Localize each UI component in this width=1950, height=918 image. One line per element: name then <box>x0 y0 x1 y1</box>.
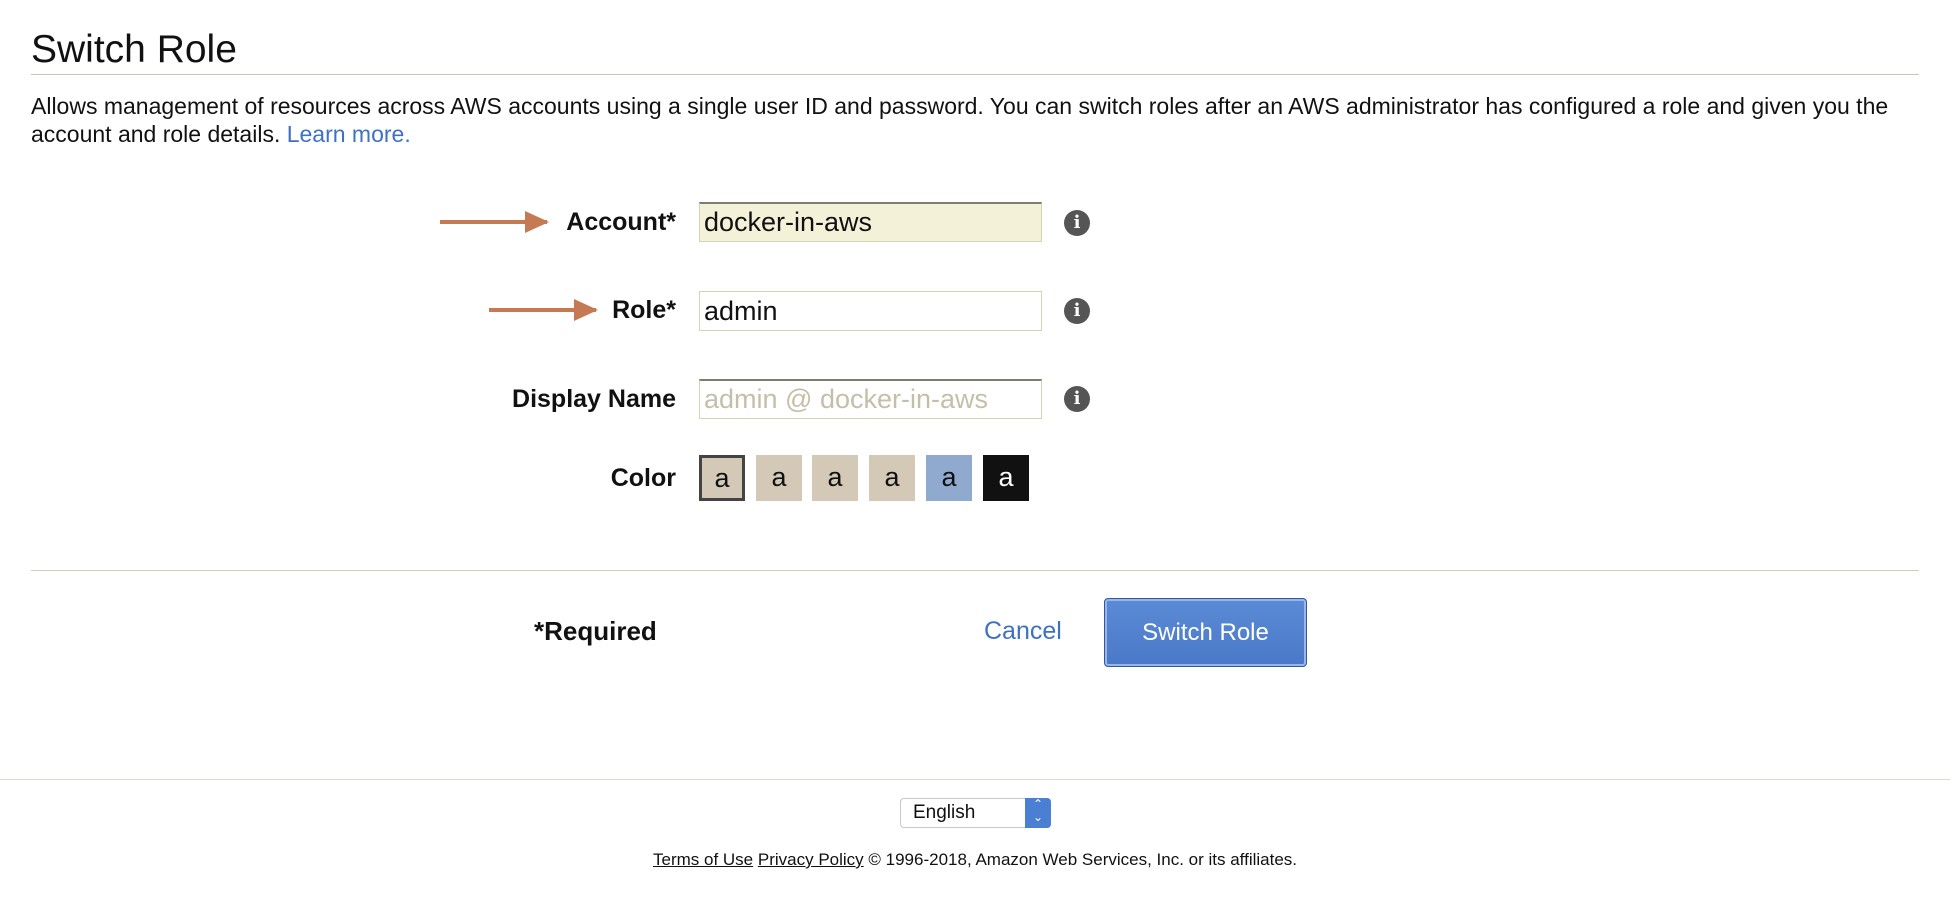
form-divider <box>31 570 1919 571</box>
role-annotation-arrow <box>489 299 598 321</box>
role-info-icon[interactable]: i <box>1064 298 1090 324</box>
language-select[interactable]: English ⌃ ⌄ <box>900 798 1051 828</box>
role-input[interactable] <box>699 291 1042 331</box>
select-arrows-icon: ⌃ ⌄ <box>1025 798 1051 828</box>
copyright-text: © 1996-2018, Amazon Web Services, Inc. o… <box>863 850 1298 869</box>
footer-divider <box>0 779 1950 780</box>
display-name-info-icon[interactable]: i <box>1064 386 1090 412</box>
terms-of-use-link[interactable]: Terms of Use <box>653 850 753 869</box>
color-label: Color <box>610 464 676 492</box>
display-name-input[interactable] <box>699 379 1042 419</box>
account-input[interactable] <box>699 202 1042 242</box>
footer-legal: Terms of Use Privacy Policy © 1996-2018,… <box>0 850 1950 870</box>
language-value: English <box>913 802 976 823</box>
account-info-icon[interactable]: i <box>1064 210 1090 236</box>
color-swatch[interactable]: a <box>869 455 915 501</box>
learn-more-link[interactable]: Learn more. <box>287 121 411 147</box>
cancel-link[interactable]: Cancel <box>984 617 1062 646</box>
required-note: *Required <box>534 616 657 646</box>
color-swatch[interactable]: a <box>983 455 1029 501</box>
title-divider <box>31 74 1919 75</box>
account-label: Account* <box>566 208 676 236</box>
color-swatch[interactable]: a <box>926 455 972 501</box>
switch-role-button[interactable]: Switch Role <box>1104 598 1307 667</box>
account-annotation-arrow <box>440 211 549 233</box>
color-swatch[interactable]: a <box>812 455 858 501</box>
privacy-policy-link[interactable]: Privacy Policy <box>758 850 864 869</box>
color-swatch[interactable]: a <box>756 455 802 501</box>
page-title: Switch Role <box>31 28 237 71</box>
display-name-label: Display Name <box>512 385 676 413</box>
switch-role-page: Switch Role Allows management of resourc… <box>0 0 1950 918</box>
role-label: Role* <box>612 296 676 324</box>
color-swatch[interactable]: a <box>699 455 745 501</box>
page-description: Allows management of resources across AW… <box>31 92 1926 148</box>
